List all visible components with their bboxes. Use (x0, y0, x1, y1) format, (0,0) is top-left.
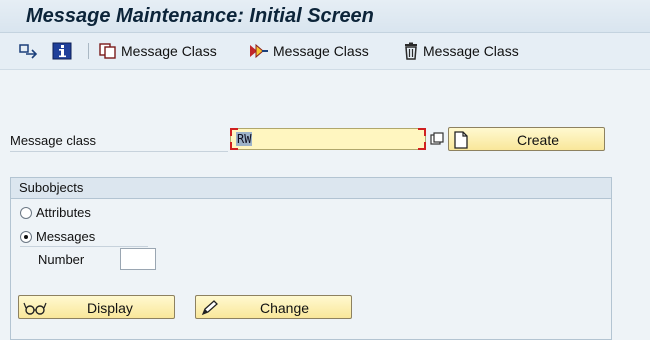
info-button[interactable] (52, 41, 72, 61)
focus-corner (230, 142, 238, 150)
rename-icon (248, 42, 270, 60)
subobjects-title: Subobjects (19, 180, 84, 195)
focus-corner (418, 142, 426, 150)
application-toolbar: Message Class Message Class Message Clas… (0, 33, 650, 70)
info-icon (52, 42, 72, 60)
copy-message-class-button[interactable]: Message Class (98, 41, 217, 61)
create-button[interactable]: Create (448, 127, 605, 151)
message-class-value: RW (236, 132, 253, 146)
delete-message-class-button[interactable]: Message Class (402, 41, 519, 61)
number-label: Number (38, 252, 85, 267)
messages-underline (20, 246, 148, 247)
delete-message-class-label: Message Class (423, 43, 519, 59)
messages-label: Messages (36, 229, 96, 244)
messages-radio-button[interactable] (20, 230, 32, 243)
other-object-icon (18, 42, 40, 60)
page-title: Message Maintenance: Initial Screen (26, 5, 374, 27)
create-button-label: Create (517, 132, 560, 148)
title-bar: Message Maintenance: Initial Screen (0, 0, 650, 33)
delete-icon (402, 42, 420, 60)
messages-radio[interactable]: Messages (20, 229, 95, 244)
copy-icon (98, 42, 118, 60)
other-object-button[interactable] (18, 41, 40, 61)
message-class-input[interactable]: RW (230, 128, 426, 150)
message-class-label: Message class (10, 133, 96, 148)
subobjects-header: Subobjects (11, 178, 611, 199)
display-button[interactable]: Display (18, 295, 175, 319)
toolbar-separator (88, 43, 89, 59)
number-input[interactable] (120, 248, 156, 270)
focus-corner (418, 128, 426, 136)
change-button[interactable]: Change (195, 295, 352, 319)
attributes-label: Attributes (36, 205, 91, 220)
change-button-label: Change (260, 300, 310, 316)
copy-message-class-label: Message Class (121, 43, 217, 59)
rename-message-class-button[interactable]: Message Class (248, 41, 369, 61)
attributes-radio[interactable]: Attributes (20, 205, 91, 220)
message-class-underline (10, 151, 228, 152)
display-button-label: Display (87, 300, 133, 316)
value-help-icon[interactable] (430, 132, 444, 151)
focus-corner (230, 128, 238, 136)
attributes-radio-button[interactable] (20, 206, 32, 219)
rename-message-class-label: Message Class (273, 43, 369, 59)
